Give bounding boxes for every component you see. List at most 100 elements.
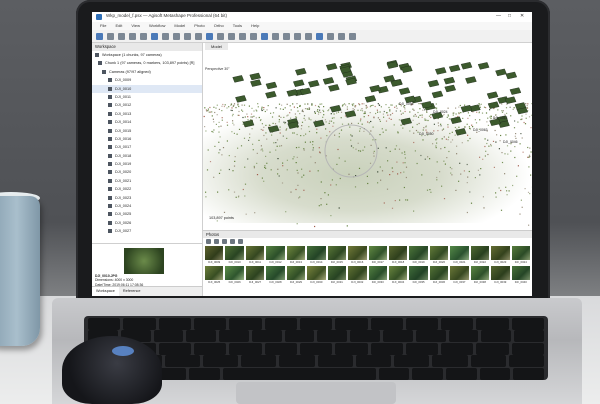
menu-item-view[interactable]: View (131, 22, 140, 30)
menu-item-file[interactable]: File (100, 22, 106, 30)
camera-plane[interactable] (487, 101, 500, 109)
camera-plane[interactable] (448, 64, 461, 73)
camera-plane[interactable] (364, 95, 377, 103)
rotate-left-icon[interactable] (214, 239, 219, 244)
camera-plane[interactable] (308, 79, 320, 88)
camera-plane[interactable] (486, 91, 499, 99)
photo-thumbnail[interactable]: DJI_0034 (388, 266, 408, 284)
photo-thumbnail[interactable]: DJI_0029 (286, 266, 306, 284)
open-icon[interactable] (96, 32, 103, 40)
photo-thumbnail[interactable]: DJI_0015 (327, 246, 347, 264)
camera-plane[interactable] (249, 72, 262, 81)
tree-item[interactable]: DJI_0011 (92, 93, 202, 101)
camera-plane[interactable] (242, 119, 255, 128)
menu-item-edit[interactable]: Edit (115, 22, 122, 30)
photo-thumbnail[interactable]: DJI_0017 (368, 246, 387, 264)
photo-thumbnail[interactable]: DJI_0018 (388, 246, 408, 264)
filter-icon[interactable] (230, 239, 235, 244)
tree-item[interactable]: DJI_0010 (92, 84, 202, 93)
points-icon[interactable] (305, 32, 312, 40)
photo-thumbnail[interactable]: DJI_0030 (307, 266, 326, 284)
trackball-circle[interactable] (324, 124, 378, 178)
grid-icon[interactable] (327, 32, 334, 40)
menu-item-photo[interactable]: Photo (194, 22, 204, 30)
photo-thumbnail[interactable]: DJI_0031 (327, 266, 347, 284)
photo-thumbnail[interactable]: DJI_0013 (286, 246, 306, 264)
camera-plane[interactable] (465, 76, 477, 84)
photo-thumbnail[interactable]: DJI_0028 (266, 266, 285, 284)
camera-plane[interactable] (322, 77, 335, 85)
camera-plane[interactable] (265, 81, 278, 90)
tree-item[interactable]: DJI_0019 (92, 160, 202, 168)
tree-item[interactable]: DJI_0018 (92, 152, 202, 160)
photo-thumbnail[interactable]: DJI_0020 (429, 246, 449, 264)
tree-item[interactable]: DJI_0012 (92, 101, 202, 109)
photo-thumbnail[interactable]: DJI_0032 (348, 266, 367, 284)
photo-thumbnail[interactable]: DJI_0011 (245, 246, 265, 264)
filter-icon[interactable] (338, 32, 345, 40)
photo-thumbnail[interactable]: DJI_0009 (205, 246, 224, 264)
photo-thumbnail[interactable]: DJI_0038 (470, 266, 490, 284)
camera-plane[interactable] (450, 116, 462, 124)
camera-plane[interactable] (444, 84, 456, 93)
photo-thumbnail[interactable]: DJI_0024 (511, 246, 530, 264)
photo-thumbnail[interactable]: DJI_0012 (266, 246, 285, 264)
camera-icon[interactable] (272, 32, 279, 40)
photo-thumbnail[interactable]: DJI_0021 (450, 246, 469, 264)
tree-item[interactable]: DJI_0016 (92, 135, 202, 143)
maximize-button[interactable]: □ (508, 13, 511, 19)
tree-item[interactable]: DJI_0017 (92, 143, 202, 151)
tree-item[interactable]: DJI_0026 (92, 219, 202, 227)
camera-plane[interactable] (431, 90, 444, 99)
camera-plane[interactable] (250, 79, 262, 87)
camera-plane[interactable] (328, 84, 340, 92)
photo-thumbnail[interactable]: DJI_0039 (491, 266, 510, 284)
photo-thumbnail[interactable]: DJI_0036 (429, 266, 449, 284)
camera-plane[interactable] (427, 79, 440, 88)
move-icon[interactable] (195, 32, 202, 40)
camera-plane[interactable] (477, 62, 490, 70)
zoom-out-icon[interactable] (250, 32, 257, 40)
camera-plane[interactable] (435, 67, 447, 75)
undo-icon[interactable] (118, 32, 125, 40)
tree-item[interactable]: DJI_0015 (92, 127, 202, 135)
camera-plane[interactable] (344, 110, 357, 118)
tree-item[interactable]: DJI_0027 (92, 227, 202, 235)
camera-plane[interactable] (509, 87, 522, 95)
menu-item-workflow[interactable]: Workflow (149, 22, 165, 30)
rotate-icon[interactable] (206, 32, 213, 40)
circle-icon[interactable] (162, 32, 169, 40)
camera-plane[interactable] (460, 61, 473, 70)
camera-plane[interactable] (325, 63, 338, 71)
photo-thumbnail[interactable]: DJI_0027 (245, 266, 265, 284)
minimize-button[interactable]: — (496, 13, 501, 19)
tree-item[interactable]: DJI_0021 (92, 177, 202, 185)
camera-plane[interactable] (505, 71, 518, 80)
tree-item[interactable]: DJI_0024 (92, 202, 202, 210)
photo-thumbnail[interactable]: DJI_0035 (409, 266, 428, 284)
photo-thumbnail[interactable]: DJI_0014 (307, 246, 326, 264)
save-icon[interactable] (107, 32, 114, 40)
photo-thumbnail[interactable]: DJI_0025 (205, 266, 224, 284)
tree-item[interactable]: DJI_0013 (92, 110, 202, 118)
free-form-icon[interactable] (173, 32, 180, 40)
tab-reference[interactable]: Reference (119, 287, 145, 296)
navigation-icon[interactable] (184, 32, 191, 40)
tree-item[interactable]: DJI_0009 (92, 76, 202, 84)
mesh-icon[interactable] (294, 32, 301, 40)
camera-plane[interactable] (460, 104, 473, 113)
menu-item-tools[interactable]: Tools (233, 22, 242, 30)
menu-item-ortho[interactable]: Ortho (214, 22, 224, 30)
camera-plane[interactable] (265, 91, 277, 99)
camera-plane[interactable] (398, 87, 411, 95)
photo-icon[interactable] (283, 32, 290, 40)
camera-plane[interactable] (267, 125, 280, 133)
photo-thumbnail[interactable]: DJI_0033 (368, 266, 387, 284)
camera-plane[interactable] (295, 68, 307, 76)
help-icon[interactable] (349, 32, 356, 40)
tree-item[interactable]: DJI_0025 (92, 210, 202, 218)
camera-plane[interactable] (232, 75, 244, 83)
tree-item[interactable]: DJI_0020 (92, 168, 202, 176)
scale-icon[interactable] (217, 32, 224, 40)
zoom-in-icon[interactable] (239, 32, 246, 40)
